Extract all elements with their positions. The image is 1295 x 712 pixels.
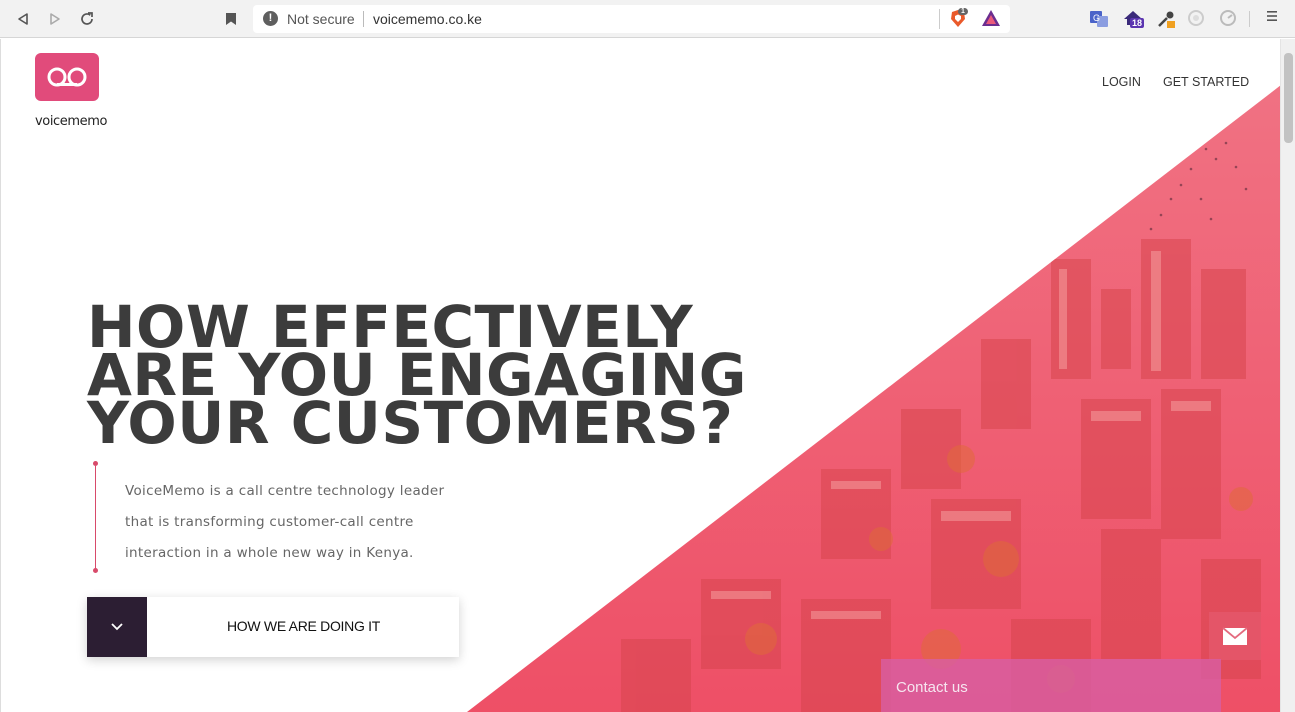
reload-icon[interactable] — [77, 9, 97, 29]
eyedropper-icon[interactable] — [1156, 9, 1176, 29]
timer-extension-icon[interactable] — [1219, 9, 1239, 29]
notifications-badge: 18 — [1130, 18, 1145, 28]
accent-line — [95, 466, 96, 570]
mail-button[interactable] — [1209, 612, 1261, 660]
logo-text: voicememo — [35, 114, 108, 129]
brave-shield-icon[interactable]: 1 — [949, 8, 969, 29]
logo-mark — [35, 53, 99, 101]
lead-line-2: that is transforming customer-call centr… — [125, 514, 414, 530]
site-logo[interactable]: voicememo — [35, 53, 107, 129]
accent-dot-bottom — [93, 568, 98, 573]
forward-icon[interactable] — [45, 9, 65, 29]
notifications-extension-icon[interactable]: 18 — [1122, 9, 1145, 29]
how-we-do-it-button[interactable]: HOW WE ARE DOING IT — [87, 597, 459, 657]
contact-us-label: Contact us — [896, 679, 968, 696]
info-icon[interactable]: ! — [263, 11, 278, 26]
headline-line-3: YOUR CUSTOMERS? — [87, 389, 734, 457]
chevron-down-icon[interactable] — [87, 597, 147, 657]
page-scrollbar[interactable] — [1280, 39, 1295, 712]
scrollbar-thumb[interactable] — [1284, 53, 1293, 143]
browser-toolbar: ! Not secure voicememo.co.ke 1 G 18 — [0, 0, 1295, 38]
hero-lead: VoiceMemo is a call centre technology le… — [125, 476, 455, 569]
url-separator — [363, 11, 364, 27]
lead-line-1: VoiceMemo is a call centre technology le… — [125, 483, 445, 499]
omnibox-divider — [939, 9, 940, 29]
back-icon[interactable] — [13, 9, 33, 29]
contact-us-bar[interactable]: Contact us — [881, 659, 1221, 712]
page-viewport: voicememo LOGIN GET STARTED HOW EFFECTIV… — [0, 39, 1280, 712]
url-text[interactable]: voicememo.co.ke — [373, 11, 482, 27]
toolbar-divider — [1249, 11, 1250, 27]
lead-line-3: interaction in a whole new way in Kenya. — [125, 545, 414, 561]
cta-label: HOW WE ARE DOING IT — [227, 618, 380, 634]
bookmark-icon[interactable] — [221, 9, 241, 29]
nav-get-started-link[interactable]: GET STARTED — [1163, 75, 1249, 89]
settings-extension-icon[interactable] — [1187, 9, 1207, 29]
brave-shield-badge: 1 — [958, 8, 968, 15]
brave-rewards-icon[interactable] — [981, 9, 1001, 29]
svg-text:G: G — [1093, 13, 1100, 23]
hero-headline: HOW EFFECTIVELY ARE YOU ENGAGING YOUR CU… — [87, 298, 767, 457]
translate-icon[interactable]: G — [1089, 9, 1109, 29]
address-bar[interactable]: ! Not secure voicememo.co.ke 1 — [253, 5, 1010, 33]
envelope-icon — [1222, 627, 1248, 645]
menu-icon[interactable] — [1265, 9, 1285, 29]
security-label[interactable]: Not secure — [287, 11, 355, 27]
nav-login-link[interactable]: LOGIN — [1102, 75, 1141, 89]
